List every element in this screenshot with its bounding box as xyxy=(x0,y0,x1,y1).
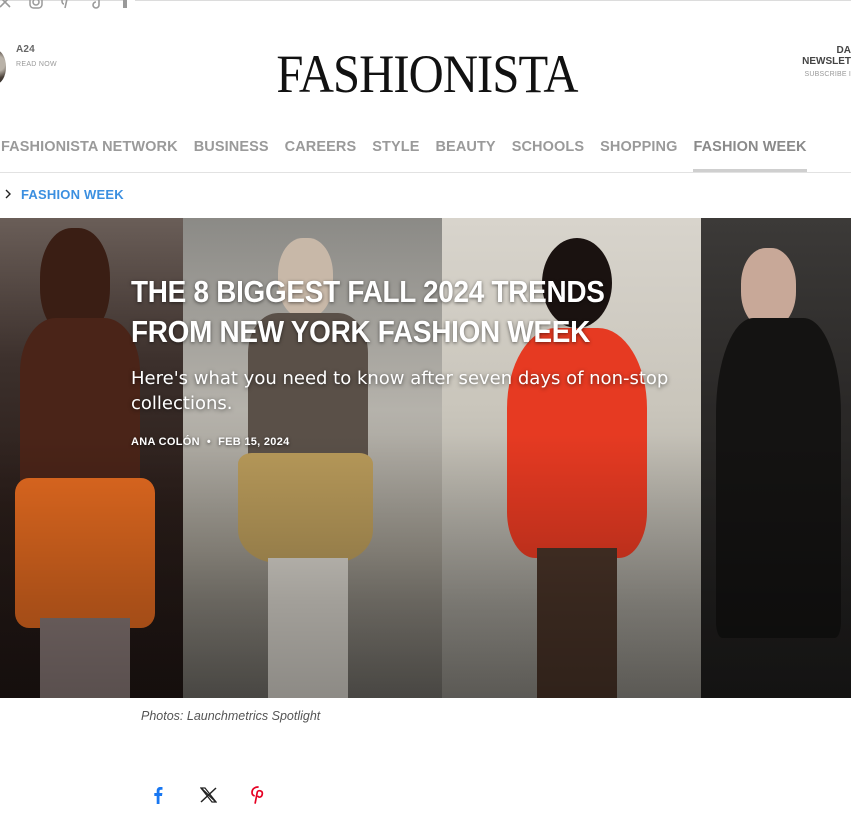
newsletter-line1: DA xyxy=(836,45,851,56)
newsletter-subscribe-link[interactable]: SUBSCRIBE I xyxy=(802,71,851,78)
facebook-icon[interactable] xyxy=(148,785,168,805)
newsletter-line2: NEWSLET xyxy=(802,56,851,67)
share-buttons xyxy=(148,785,268,805)
byline: ANA COLÓN • FEB 15, 2024 xyxy=(131,436,290,448)
nav-item-fashion-week[interactable]: FASHION WEEK xyxy=(693,133,807,172)
breadcrumb-link-fashion-week[interactable]: FASHION WEEK xyxy=(21,187,124,202)
publish-date: FEB 15, 2024 xyxy=(218,436,290,448)
site-logo[interactable]: FASHIONISTA xyxy=(44,44,810,104)
byline-separator: • xyxy=(206,436,212,448)
breadcrumb: FASHION WEEK xyxy=(4,187,124,202)
chevron-right-icon xyxy=(4,188,12,202)
instagram-icon[interactable] xyxy=(27,0,45,10)
main-nav: FASHIONISTA NETWORK BUSINESS CAREERS STY… xyxy=(1,133,823,172)
tiktok-icon[interactable] xyxy=(89,0,107,10)
nav-item-shopping[interactable]: SHOPPING xyxy=(600,133,677,166)
nav-item-careers[interactable]: CAREERS xyxy=(285,133,357,166)
social-links xyxy=(0,0,138,10)
promo-thumbnail xyxy=(0,50,6,84)
photo-caption: Photos: Launchmetrics Spotlight xyxy=(141,709,321,723)
article-headline[interactable]: THE 8 BIGGEST FALL 2024 TRENDS FROM NEW … xyxy=(131,272,662,352)
flipboard-icon[interactable] xyxy=(120,0,138,10)
nav-item-schools[interactable]: SCHOOLS xyxy=(512,133,584,166)
x-icon[interactable] xyxy=(0,0,14,10)
nav-item-beauty[interactable]: BEAUTY xyxy=(435,133,495,166)
pinterest-icon[interactable] xyxy=(248,785,268,805)
author-link[interactable]: ANA COLÓN xyxy=(131,436,200,448)
nav-item-style[interactable]: STYLE xyxy=(372,133,419,166)
nav-item-business[interactable]: BUSINESS xyxy=(194,133,269,166)
newsletter-promo[interactable]: DA NEWSLET SUBSCRIBE I xyxy=(802,45,851,78)
x-icon[interactable] xyxy=(198,785,218,805)
pinterest-icon[interactable] xyxy=(58,0,76,10)
nav-item-fashionista-network[interactable]: FASHIONISTA NETWORK xyxy=(1,133,178,166)
article-dek: Here's what you need to know after seven… xyxy=(131,368,669,414)
nav-divider xyxy=(0,172,851,173)
